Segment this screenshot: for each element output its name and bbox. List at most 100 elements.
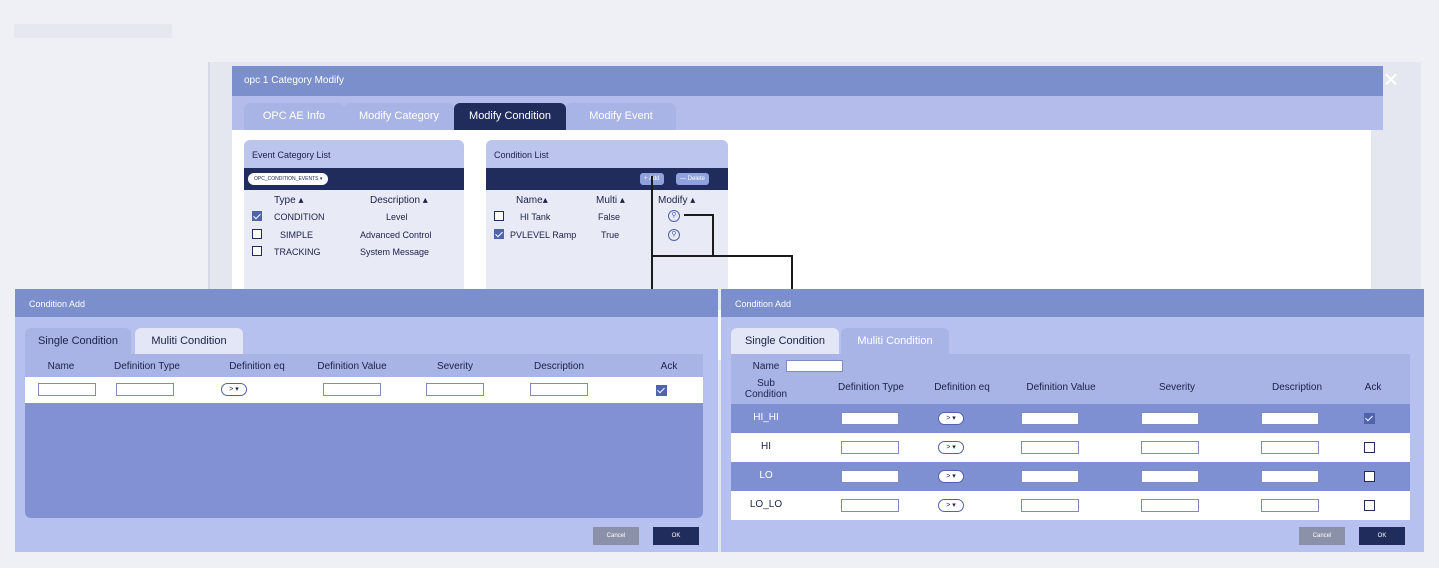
close-icon[interactable]: × [1376, 64, 1406, 94]
col-description[interactable]: Description ▴ [370, 195, 428, 206]
row-checkbox[interactable] [494, 229, 504, 239]
description-input[interactable] [1261, 441, 1319, 454]
row-checkbox[interactable] [494, 211, 504, 221]
wrench-icon[interactable]: ⚲ [668, 210, 680, 222]
dialog-title: opc 1 Category Modify [232, 66, 1383, 96]
definition-value-input[interactable] [1021, 499, 1079, 512]
header-placeholder [14, 24, 172, 38]
event-category-toolbar: OPC_CONDITION_EVENTS ▾ [244, 168, 464, 190]
wrench-icon[interactable]: ⚲ [668, 229, 680, 241]
col-name[interactable]: Name▴ [516, 195, 548, 206]
cancel-button[interactable]: Cancel [593, 527, 639, 545]
name-input[interactable] [786, 360, 843, 372]
connector-line [684, 214, 714, 216]
ack-checkbox[interactable] [1364, 471, 1375, 482]
col-type[interactable]: Type ▴ [274, 195, 304, 206]
col-multi-label: Multi [596, 195, 618, 206]
col-multi[interactable]: Multi ▴ [596, 195, 625, 206]
definition-value-input[interactable] [1021, 470, 1079, 483]
row-description: Level [386, 212, 408, 222]
tab-multi-condition[interactable]: Muliti Condition [841, 328, 949, 354]
col-ack: Ack [1364, 382, 1382, 393]
sub-condition-label: HI_HI [753, 412, 779, 423]
tab-single-condition[interactable]: Single Condition [731, 328, 839, 354]
ok-button[interactable]: OK [653, 527, 699, 545]
sub-condition-label: LO_LO [749, 499, 783, 510]
definition-type-input[interactable] [841, 412, 899, 425]
row-checkbox[interactable] [252, 211, 262, 221]
col-sub-condition: Sub Condition [744, 378, 788, 400]
definition-value-input[interactable] [323, 383, 381, 396]
condition-table: Name Definition Type Definition eq Defin… [25, 354, 703, 518]
definition-eq-select[interactable]: > ▾ [221, 383, 247, 396]
row-type: TRACKING [274, 247, 321, 257]
tab-opc-ae-info[interactable]: OPC AE Info [244, 103, 344, 130]
description-input[interactable] [1261, 499, 1319, 512]
definition-type-input[interactable] [841, 499, 899, 512]
col-severity: Severity [1158, 382, 1196, 393]
description-input[interactable] [1261, 412, 1319, 425]
table-row: LO > ▾ [731, 462, 1410, 491]
table-row: LO_LO > ▾ [731, 491, 1410, 520]
col-modify-label: Modify [658, 195, 688, 206]
description-input[interactable] [1261, 470, 1319, 483]
tab-multi-condition[interactable]: Muliti Condition [135, 328, 243, 354]
col-name: Name [47, 361, 75, 372]
ack-checkbox[interactable] [1364, 442, 1375, 453]
col-description: Description [533, 361, 585, 372]
row-name: HI Tank [520, 212, 551, 222]
delete-button[interactable]: — Delete [676, 173, 710, 185]
definition-eq-select[interactable]: > ▾ [938, 470, 964, 483]
row-checkbox[interactable] [252, 229, 262, 239]
ack-checkbox[interactable] [1364, 500, 1375, 511]
severity-input[interactable] [1141, 441, 1199, 454]
col-definition-type: Definition Type [114, 361, 180, 372]
definition-eq-select[interactable]: > ▾ [938, 499, 964, 512]
condition-add-dialog-multi: Condition Add Single Condition Muliti Co… [721, 289, 1424, 552]
tab-modify-event[interactable]: Modify Event [566, 103, 676, 130]
connector-line [651, 255, 793, 257]
col-definition-value: Definition Value [1026, 382, 1096, 393]
tab-modify-condition[interactable]: Modify Condition [454, 103, 566, 130]
name-input[interactable] [38, 383, 96, 396]
definition-value-input[interactable] [1021, 441, 1079, 454]
category-filter-select[interactable]: OPC_CONDITION_EVENTS ▾ [248, 173, 329, 185]
top-header [0, 0, 1439, 62]
definition-eq-select[interactable]: > ▾ [938, 441, 964, 454]
col-definition-type: Definition Type [838, 382, 904, 393]
severity-input[interactable] [426, 383, 484, 396]
definition-type-input[interactable] [841, 441, 899, 454]
condition-table: Name Sub Condition Definition Type Defin… [731, 354, 1410, 520]
dialog-title: Condition Add [721, 289, 1424, 317]
connector-line [791, 255, 793, 290]
definition-type-input[interactable] [116, 383, 174, 396]
col-severity: Severity [436, 361, 474, 372]
severity-input[interactable] [1141, 470, 1199, 483]
tab-single-condition[interactable]: Single Condition [25, 328, 131, 354]
col-definition-eq: Definition eq [934, 382, 990, 393]
row-checkbox[interactable] [252, 246, 262, 256]
severity-input[interactable] [1141, 499, 1199, 512]
connector-line [712, 214, 714, 256]
ack-checkbox[interactable] [656, 385, 667, 396]
sub-condition-label: HI [761, 441, 771, 452]
event-category-title: Event Category List [244, 140, 464, 168]
ack-checkbox[interactable] [1364, 413, 1375, 424]
table-row: > ▾ [25, 377, 703, 403]
severity-input[interactable] [1141, 412, 1199, 425]
definition-value-input[interactable] [1021, 412, 1079, 425]
dialog-title: Condition Add [15, 289, 718, 317]
definition-eq-select[interactable]: > ▾ [938, 412, 964, 425]
row-multi: True [601, 230, 620, 240]
table-row: HI > ▾ [731, 433, 1410, 462]
ok-button[interactable]: OK [1359, 527, 1405, 545]
col-modify[interactable]: Modify ▴ [658, 195, 695, 206]
description-input[interactable] [530, 383, 588, 396]
cancel-button[interactable]: Cancel [1299, 527, 1345, 545]
connector-line [651, 176, 653, 290]
col-name-label: Name [516, 195, 543, 206]
table-row: HI_HI > ▾ [731, 404, 1410, 433]
tab-modify-category[interactable]: Modify Category [344, 103, 454, 130]
definition-type-input[interactable] [841, 470, 899, 483]
row-type: SIMPLE [280, 230, 314, 240]
